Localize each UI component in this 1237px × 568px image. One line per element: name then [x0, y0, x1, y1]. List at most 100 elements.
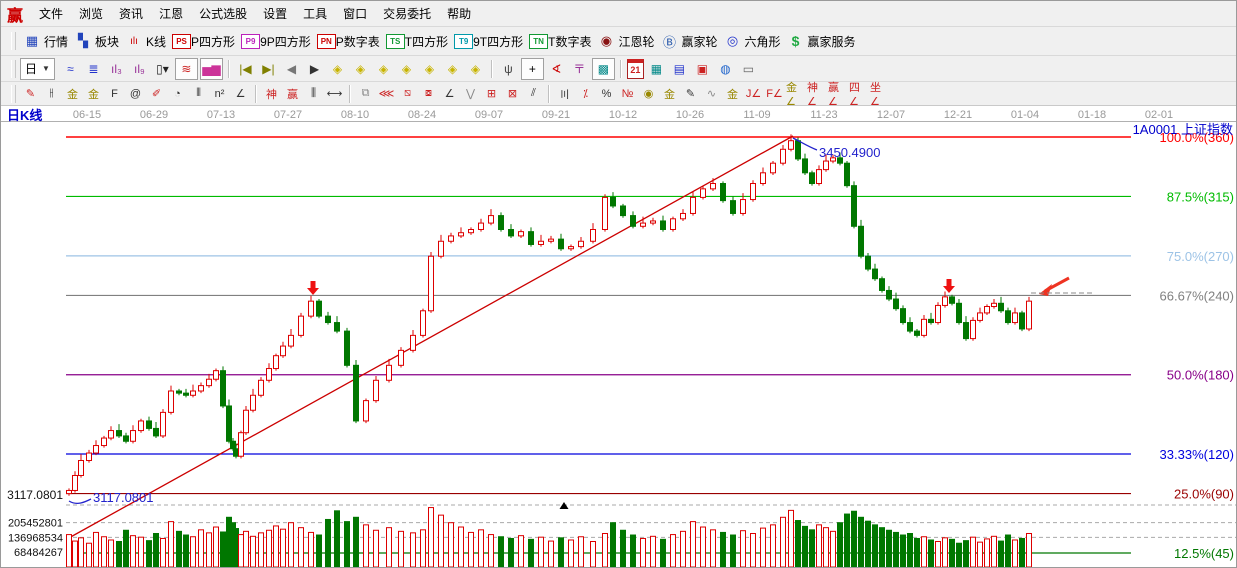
menu-item-1[interactable]: 浏览: [71, 5, 111, 22]
region-select-icon[interactable]: ▩: [592, 58, 615, 80]
volume-bar: [845, 514, 850, 567]
web-sync-icon[interactable]: ◍: [715, 59, 736, 79]
clock-cycle-icon[interactable]: ◔: [168, 85, 187, 103]
notes-icon[interactable]: ▤: [669, 59, 690, 79]
candle-style-icon[interactable]: ▯▾: [152, 59, 173, 79]
quickbar-button-kline[interactable]: ılıK线: [125, 33, 166, 50]
quickbar-button-p-number[interactable]: PNP数字表: [317, 33, 380, 50]
brush-icon[interactable]: ✎: [21, 85, 40, 103]
save-icon[interactable]: ▣: [692, 59, 713, 79]
f-ruler-icon[interactable]: F: [105, 85, 124, 103]
menu-item-0[interactable]: 文件: [31, 5, 71, 22]
grid-red-2-icon[interactable]: ⊠: [503, 85, 522, 103]
kline-chart[interactable]: 06-1506-2907-1307-2708-1008-2409-0709-21…: [1, 106, 1237, 568]
si-angle-icon[interactable]: 四∠: [849, 85, 868, 103]
menu-item-4[interactable]: 公式选股: [191, 5, 255, 22]
angle-measure-icon[interactable]: ∢: [546, 59, 567, 79]
ying-angle-icon[interactable]: 赢∠: [828, 85, 847, 103]
gann-diamond-5-icon[interactable]: ◈: [419, 59, 440, 79]
quickbar-button-t-square[interactable]: TST四方形: [386, 33, 448, 50]
crosshair-tool-icon[interactable]: +: [521, 58, 544, 80]
fan-lines-1-icon[interactable]: ⋘: [377, 85, 396, 103]
shen-angle-icon[interactable]: 神∠: [807, 85, 826, 103]
hand-tool-icon[interactable]: ψ: [498, 59, 519, 79]
gold-ruler-2-icon[interactable]: 金: [84, 85, 103, 103]
ruler-h-icon[interactable]: ⫲: [42, 85, 61, 103]
quickbar-button-p-square[interactable]: PSP四方形: [172, 33, 235, 50]
first-bar-icon[interactable]: |◀: [235, 59, 256, 79]
bars-9-icon[interactable]: ıl₉: [129, 59, 150, 79]
angle-line-icon[interactable]: ∠: [231, 85, 250, 103]
candle-body: [335, 323, 340, 332]
gann-frame-icon[interactable]: 〒: [569, 59, 590, 79]
spiral-icon[interactable]: @: [126, 85, 145, 103]
rect-handles-icon[interactable]: ⧉: [356, 85, 375, 103]
next-bar-icon[interactable]: ▶: [304, 59, 325, 79]
menu-item-2[interactable]: 资讯: [111, 5, 151, 22]
menu-item-8[interactable]: 交易委托: [375, 5, 439, 22]
last-bar-icon[interactable]: ▶|: [258, 59, 279, 79]
curve-tool-icon[interactable]: ≈: [60, 59, 81, 79]
ruler-123-icon[interactable]: ⫼: [304, 85, 323, 103]
pct-levels-icon[interactable]: №: [618, 85, 637, 103]
gann-diamond-1-icon[interactable]: ◈: [327, 59, 348, 79]
volume-bar: [661, 539, 666, 567]
gold-levels-icon[interactable]: 金: [660, 85, 679, 103]
quickbar-button-t-number[interactable]: TNT数字表: [529, 33, 591, 50]
gold-angle-icon[interactable]: 金: [723, 85, 742, 103]
menu-item-5[interactable]: 设置: [255, 5, 295, 22]
grid-red-1-icon[interactable]: ⊞: [482, 85, 501, 103]
brush-candle-icon[interactable]: ✎: [681, 85, 700, 103]
parallel-lines-icon[interactable]: ⫽: [524, 85, 543, 103]
gann-diamond-2-icon[interactable]: ◈: [350, 59, 371, 79]
gold-circle-icon[interactable]: ◉: [639, 85, 658, 103]
volume-bar: [374, 530, 379, 567]
ying-tool-icon[interactable]: 赢: [283, 85, 302, 103]
bars-3-icon[interactable]: ıl₃: [106, 59, 127, 79]
gann-diamond-3-icon[interactable]: ◈: [373, 59, 394, 79]
candle-body: [957, 303, 962, 322]
calculator-icon[interactable]: ▦: [646, 59, 667, 79]
brush-dots-icon[interactable]: ✐: [147, 85, 166, 103]
n-square-icon[interactable]: n²: [210, 85, 229, 103]
j-angle-icon[interactable]: J∠: [744, 85, 763, 103]
jin-angle-icon[interactable]: 金∠: [786, 85, 805, 103]
gann-diamond-7-icon[interactable]: ◈: [465, 59, 486, 79]
quickbar-button-quotes[interactable]: ▦行情: [23, 33, 68, 50]
percent-icon[interactable]: %: [597, 85, 616, 103]
pct-line-icon[interactable]: ⁒: [576, 85, 595, 103]
menu-item-6[interactable]: 工具: [295, 5, 335, 22]
quickbar-button-winner-service[interactable]: $赢家服务: [787, 33, 856, 50]
fan-box-1-icon[interactable]: ⧅: [398, 85, 417, 103]
quickbar-button-winner-wheel[interactable]: Ⓑ赢家轮: [660, 33, 717, 50]
menu-item-3[interactable]: 江恩: [151, 5, 191, 22]
width-measure-icon[interactable]: ⟷: [325, 85, 344, 103]
v-lines-icon[interactable]: ⋁: [461, 85, 480, 103]
angle-lines-icon[interactable]: ∠: [440, 85, 459, 103]
f-angle-icon[interactable]: F∠: [765, 85, 784, 103]
period-selector-button[interactable]: 日 ▼: [20, 58, 55, 80]
info-list-icon[interactable]: ≣: [83, 59, 104, 79]
gann-diamond-6-icon[interactable]: ◈: [442, 59, 463, 79]
menu-item-7[interactable]: 窗口: [335, 5, 375, 22]
chart-area[interactable]: 06-1506-2907-1307-2708-1008-2409-0709-21…: [1, 106, 1237, 568]
quickbar-button-gann-wheel[interactable]: ◉江恩轮: [597, 33, 654, 50]
pattern-red-icon[interactable]: ≋: [175, 58, 198, 80]
histogram-color-icon[interactable]: ▅▆: [200, 58, 223, 80]
gold-ruler-1-icon[interactable]: 金: [63, 85, 82, 103]
calendar-icon[interactable]: 21: [627, 59, 644, 79]
menu-item-9[interactable]: 帮助: [439, 5, 479, 22]
remote-pc-icon[interactable]: ▭: [738, 59, 759, 79]
ruler-ticks-icon[interactable]: ⫴: [189, 85, 208, 103]
zuo-angle-icon[interactable]: 坐∠: [870, 85, 889, 103]
shen-tool-icon[interactable]: 神: [262, 85, 281, 103]
gann-diamond-4-icon[interactable]: ◈: [396, 59, 417, 79]
quickbar-button-hexagon[interactable]: ◎六角形: [724, 33, 781, 50]
wave-line-icon[interactable]: ∿: [702, 85, 721, 103]
stats-bars-icon[interactable]: 〣: [555, 85, 574, 103]
fan-box-2-icon[interactable]: ⧇: [419, 85, 438, 103]
quickbar-button-sectors[interactable]: ▚板块: [74, 33, 119, 50]
prev-bar-icon[interactable]: ◀: [281, 59, 302, 79]
quickbar-button-9p-square[interactable]: P99P四方形: [241, 33, 311, 50]
quickbar-button-9t-square[interactable]: T99T四方形: [454, 33, 523, 50]
